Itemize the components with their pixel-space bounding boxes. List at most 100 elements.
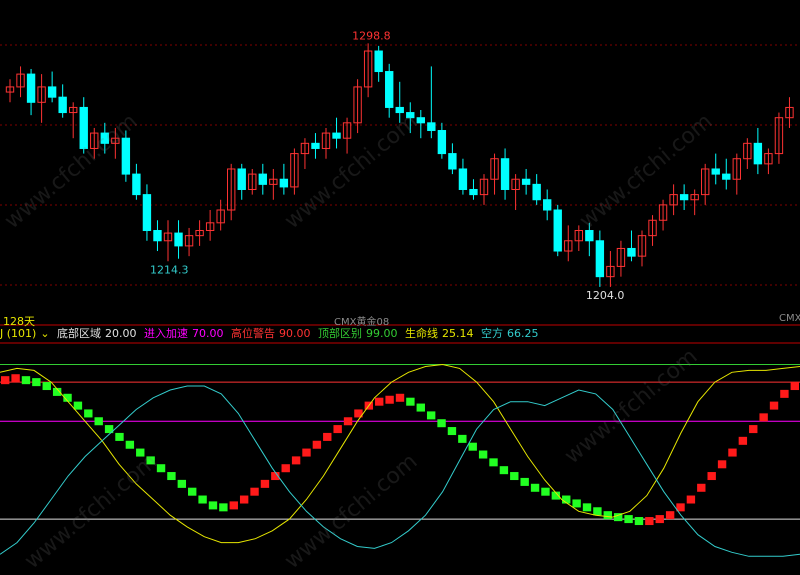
indicator-step-mark xyxy=(749,425,758,434)
candle-body xyxy=(121,137,131,175)
symbol-label: CMX黄金08 xyxy=(334,317,390,328)
candle-body xyxy=(374,50,383,73)
indicator-step-mark xyxy=(375,397,384,406)
chart-canvas: 1298.8 1214.3 1204.0 xyxy=(0,29,800,557)
indicator-step-mark xyxy=(458,434,467,443)
indicator-step-mark xyxy=(655,515,664,524)
indicator-step-mark xyxy=(489,458,498,467)
indicator-step-mark xyxy=(32,378,41,387)
indicator-step-mark xyxy=(333,425,342,434)
candle-body xyxy=(532,183,541,201)
candle-body xyxy=(521,178,531,185)
candle-body xyxy=(711,168,720,175)
symbol-label-right: CMX xyxy=(779,313,800,324)
indicator-step-mark xyxy=(728,448,737,457)
candle-body xyxy=(26,73,36,103)
short-line xyxy=(0,385,800,557)
indicator-step-mark xyxy=(717,460,727,469)
indicator-step-mark xyxy=(572,499,581,508)
candle-body xyxy=(132,173,141,196)
candle-body xyxy=(543,199,552,211)
indicator-step-mark xyxy=(1,376,10,385)
indicator-step-mark xyxy=(146,456,155,465)
indicator-step-mark xyxy=(343,417,353,426)
param-life-label: 生命线 xyxy=(405,327,439,340)
indicator-step-mark xyxy=(624,515,633,524)
param-bottom-label: 底部区域 xyxy=(57,327,102,340)
candle-body xyxy=(385,71,394,108)
indicator-step-mark xyxy=(582,503,592,512)
param-warning-label: 高位警告 xyxy=(231,327,276,340)
indicator-step-mark xyxy=(510,472,519,481)
candle-body xyxy=(448,153,457,170)
candle-body xyxy=(416,117,425,124)
candle-body xyxy=(585,230,594,242)
indicator-step-mark xyxy=(229,501,238,510)
candle-body xyxy=(311,142,320,149)
indicator-step-mark xyxy=(84,409,93,418)
indicator-step-mark xyxy=(759,413,768,422)
candle-body xyxy=(79,106,88,149)
candle-body xyxy=(437,130,447,155)
price-low-label: 1204.0 xyxy=(586,289,625,302)
indicator-step-mark xyxy=(478,450,488,459)
candle-body xyxy=(722,173,731,180)
candle-body xyxy=(458,168,468,190)
indicator-step-mark xyxy=(416,403,425,412)
param-short-value: 66.25 xyxy=(507,327,539,340)
candle-body xyxy=(469,188,478,196)
indicator-step-mark xyxy=(499,466,509,475)
param-bottom-value: 20.00 xyxy=(105,327,137,340)
indicator-step-mark xyxy=(780,389,789,398)
indicator-step-mark xyxy=(312,440,322,449)
indicator-step-mark xyxy=(198,495,207,504)
indicator-step-mark xyxy=(468,442,477,451)
indicator-step-mark xyxy=(697,483,706,492)
indicator-step-mark xyxy=(136,448,145,457)
indicator-step-mark xyxy=(406,397,415,406)
param-top-label: 顶部区别 xyxy=(318,327,363,340)
chevron-down-icon[interactable]: ⌄ xyxy=(40,327,49,340)
indicator-step-mark xyxy=(645,517,654,526)
indicator-step-mark xyxy=(42,382,51,391)
candle-body xyxy=(679,194,689,201)
candle-body xyxy=(332,132,341,139)
indicator-step-mark xyxy=(385,395,394,404)
indicator-step-mark xyxy=(11,374,20,383)
indicator-step-mark xyxy=(769,401,779,410)
param-short-label: 空方 xyxy=(481,327,504,340)
indicator-step-mark xyxy=(437,419,446,428)
param-warning-value: 90.00 xyxy=(279,327,311,340)
price-low-label: 1214.3 xyxy=(150,263,189,276)
life-line xyxy=(0,363,800,544)
indicator-step-mark xyxy=(520,477,529,486)
indicator-step-mark xyxy=(634,517,644,526)
indicator-step-mark xyxy=(790,382,799,391)
indicator-step-mark xyxy=(541,487,550,496)
candle-body xyxy=(427,122,436,132)
candle-body xyxy=(627,247,636,257)
indicator-step-mark xyxy=(603,511,612,520)
indicator-legend: J (101) ⌄ 底部区域 20.00 进入加速 70.00 高位警告 90.00 顶… xyxy=(0,327,800,341)
indicator-step-mark xyxy=(73,401,83,410)
candle-body xyxy=(47,86,57,98)
param-accel-value: 70.00 xyxy=(192,327,224,340)
indicator-step-mark xyxy=(21,376,31,385)
indicator-name[interactable]: J (101) xyxy=(0,327,36,340)
param-accel-label: 进入加速 xyxy=(144,327,189,340)
candle-body xyxy=(153,230,162,242)
candle-body xyxy=(237,168,246,190)
indicator-step-mark xyxy=(426,411,436,420)
indicator-step-mark xyxy=(260,479,270,488)
indicator-step-mark xyxy=(665,511,675,520)
candle-body xyxy=(500,158,510,190)
candle-body xyxy=(753,142,763,165)
indicator-step-mark xyxy=(395,393,405,402)
candle-body xyxy=(174,232,183,247)
indicator-step-mark xyxy=(530,483,540,492)
param-life-value: 25.14 xyxy=(442,327,474,340)
candle-body xyxy=(406,112,415,119)
candle-body xyxy=(258,173,267,185)
candle-body xyxy=(395,106,404,114)
indicator-step-mark xyxy=(219,503,228,512)
